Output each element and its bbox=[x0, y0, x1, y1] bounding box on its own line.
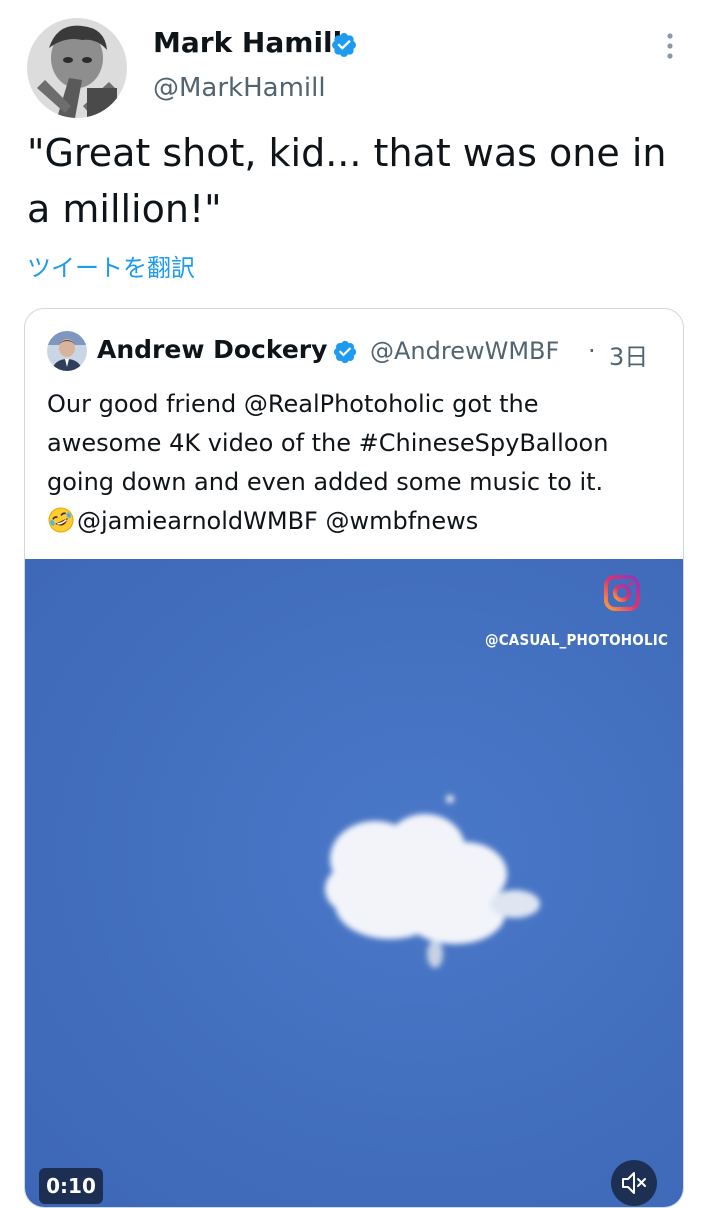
tweet-text: "Great shot, kid... that was one in a mi… bbox=[27, 131, 667, 231]
quoted-tweet-card[interactable]: Andrew Dockery @AndrewWMBF · 3日 Our good… bbox=[24, 308, 684, 1208]
rolling-on-floor-laughing-emoji bbox=[47, 506, 75, 534]
video-watermark: @CASUAL_PHOTOHOLIC bbox=[485, 631, 669, 649]
quoted-author-name: Andrew Dockery bbox=[97, 335, 328, 364]
verified-badge-icon bbox=[330, 31, 358, 59]
volume-muted-icon[interactable] bbox=[611, 1160, 657, 1206]
tweet: Mark Hamill @MarkHamill "Great shot, kid… bbox=[0, 0, 710, 1208]
quoted-timestamp: 3日 bbox=[609, 343, 649, 371]
author-avatar[interactable] bbox=[27, 18, 127, 118]
author-handle[interactable]: @MarkHamill bbox=[153, 73, 326, 103]
author-name[interactable]: Mark Hamill bbox=[153, 26, 342, 59]
quoted-tweet-text: Our good friend @RealPhotoholic got the … bbox=[47, 385, 677, 541]
video-duration: 0:10 bbox=[39, 1168, 103, 1204]
quoted-text-line: @jamiearnoldWMBF @wmbfnews bbox=[47, 502, 677, 541]
quoted-text-line: awesome 4K video of the #ChineseSpyBallo… bbox=[47, 429, 609, 457]
instagram-icon bbox=[603, 574, 641, 612]
video-player[interactable]: @CASUAL_PHOTOHOLIC 0:10 bbox=[25, 559, 683, 1207]
more-vertical-icon[interactable] bbox=[656, 28, 684, 68]
separator-dot: · bbox=[588, 337, 596, 365]
verified-badge-icon bbox=[332, 339, 358, 365]
quoted-text-mentions: @jamiearnoldWMBF @wmbfnews bbox=[77, 507, 479, 535]
translate-tweet-link[interactable]: ツイートを翻訳 bbox=[27, 248, 195, 283]
quoted-author-handle: @AndrewWMBF bbox=[370, 337, 560, 365]
quoted-text-line: going down and even added some music to … bbox=[47, 468, 604, 496]
quoted-text-line: Our good friend @RealPhotoholic got the bbox=[47, 390, 539, 418]
explosion-cloud bbox=[325, 795, 540, 968]
quoted-author-avatar bbox=[47, 331, 87, 371]
